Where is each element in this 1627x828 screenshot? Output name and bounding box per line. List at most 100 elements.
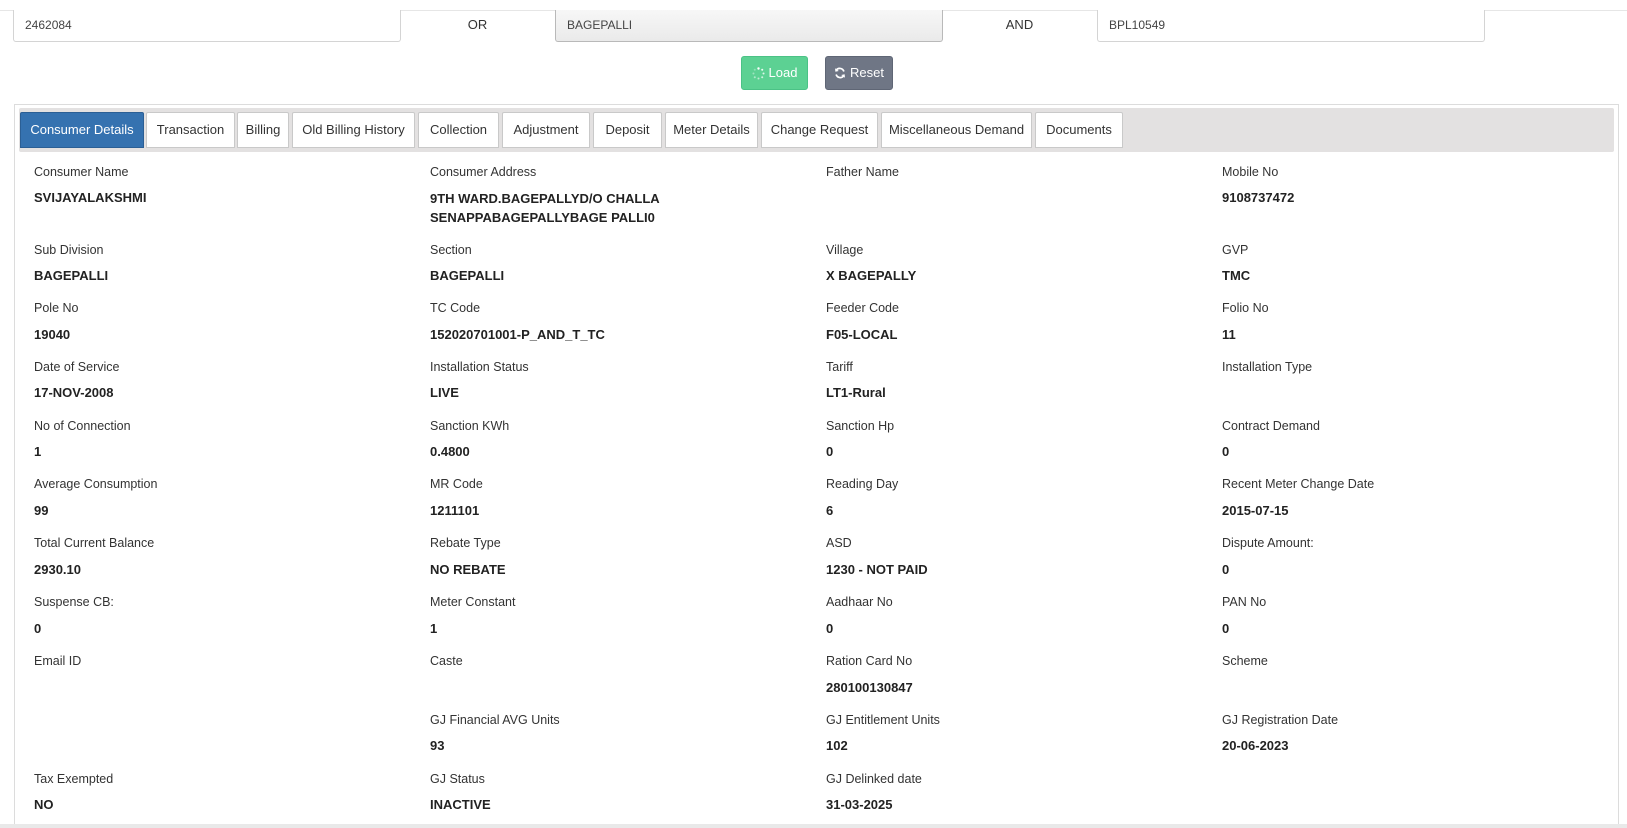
mr-code-label: MR Code (430, 477, 483, 491)
consumer-name-label: Consumer Name (34, 165, 129, 179)
no-of-connection-value: 1 (34, 444, 42, 459)
bottom-divider (0, 824, 1627, 828)
and-label: AND (1005, 17, 1034, 32)
tab-adjustment[interactable]: Adjustment (502, 112, 590, 148)
father-name-label: Father Name (826, 165, 899, 179)
date-of-service-value: 17-NOV-2008 (34, 385, 114, 400)
reset-button[interactable]: Reset (825, 56, 893, 90)
average-consumption-value: 99 (34, 503, 49, 518)
section-label: Section (430, 243, 472, 257)
load-button-label: Load (768, 65, 798, 80)
dispute-amount-label: Dispute Amount: (1222, 536, 1314, 550)
sanction-hp-label: Sanction Hp (826, 419, 895, 433)
average-consumption-label: Average Consumption (34, 477, 158, 491)
tab-documents[interactable]: Documents (1035, 112, 1123, 148)
consumer-address-label: Consumer Address (430, 165, 537, 179)
mr-code-value: 1211101 (430, 503, 480, 518)
gj-delinked-date-label: GJ Delinked date (826, 772, 922, 786)
sanction-kwh-value: 0.4800 (430, 444, 470, 459)
gvp-label: GVP (1222, 243, 1249, 257)
installation-status-label: Installation Status (430, 360, 529, 374)
date-of-service-label: Date of Service (34, 360, 120, 374)
village-label: Village (826, 243, 864, 257)
subdivision-select[interactable]: BAGEPALLI (555, 10, 943, 42)
tc-code-label: TC Code (430, 301, 481, 315)
total-current-balance-label: Total Current Balance (34, 536, 155, 550)
aadhaar-no-value: 0 (826, 621, 834, 636)
consumer-address-value: 9TH WARD.BAGEPALLYD/O CHALLA SENAPPABAGE… (430, 191, 660, 225)
tax-exempted-value: NO (34, 797, 54, 812)
ration-card-no-value: 280100130847 (826, 680, 913, 695)
feeder-code-value: F05-LOCAL (826, 327, 898, 342)
tax-exempted-label: Tax Exempted (34, 772, 114, 786)
tariff-value: LT1-Rural (826, 385, 886, 400)
sanction-kwh-label: Sanction KWh (430, 419, 510, 433)
installation-status-value: LIVE (430, 385, 459, 400)
folio-no-label: Folio No (1222, 301, 1269, 315)
caste-label: Caste (430, 654, 463, 668)
suspense-cb-value: 0 (34, 621, 42, 636)
tab-old-billing-history[interactable]: Old Billing History (292, 112, 415, 148)
gj-entitlement-units-label: GJ Entitlement Units (826, 713, 940, 727)
search-row: 2462084 OR BAGEPALLI AND BPL10549 (0, 10, 1627, 42)
asd-value: 1230 - NOT PAID (826, 562, 928, 577)
tab-deposit[interactable]: Deposit (593, 112, 662, 148)
consumer-panel: Consumer Details Transaction Billing Old… (14, 104, 1619, 828)
tab-billing[interactable]: Billing (237, 112, 289, 148)
tc-code-value: 152020701001-P_AND_T_TC (430, 327, 605, 342)
tab-transaction[interactable]: Transaction (146, 112, 235, 148)
sub-division-value: BAGEPALLI (34, 268, 109, 283)
gj-status-value: INACTIVE (430, 797, 491, 812)
no-of-connection-label: No of Connection (34, 419, 131, 433)
gj-entitlement-units-value: 102 (826, 738, 848, 753)
meter-constant-value: 1 (430, 621, 438, 636)
feeder-code-label: Feeder Code (826, 301, 899, 315)
pole-no-label: Pole No (34, 301, 79, 315)
tab-miscellaneous-demand[interactable]: Miscellaneous Demand (881, 112, 1032, 148)
tab-consumer-details[interactable]: Consumer Details (20, 112, 144, 148)
tab-change-request[interactable]: Change Request (761, 112, 878, 148)
reading-day-label: Reading Day (826, 477, 899, 491)
email-id-label: Email ID (34, 654, 82, 668)
gj-financial-avg-units-value: 93 (430, 738, 445, 753)
refresh-icon (835, 67, 845, 79)
reading-day-value: 6 (826, 503, 834, 518)
gj-status-label: GJ Status (430, 772, 485, 786)
contract-demand-label: Contract Demand (1222, 419, 1320, 433)
sanction-hp-value: 0 (826, 444, 834, 459)
dispute-amount-value: 0 (1222, 562, 1230, 577)
spinner-icon (751, 66, 765, 80)
pan-no-label: PAN No (1222, 595, 1267, 609)
meter-constant-label: Meter Constant (430, 595, 516, 609)
gj-delinked-date-value: 31-03-2025 (826, 797, 893, 812)
consumer-name-value: SVIJAYALAKSHMI (34, 190, 147, 205)
gj-financial-avg-units-label: GJ Financial AVG Units (430, 713, 560, 727)
tab-bar: Consumer Details Transaction Billing Old… (19, 108, 1614, 152)
tab-collection[interactable]: Collection (418, 112, 499, 148)
tariff-label: Tariff (826, 360, 853, 374)
rebate-type-value: NO REBATE (430, 562, 506, 577)
pole-no-value: 19040 (34, 327, 71, 342)
gj-registration-date-value: 20-06-2023 (1222, 738, 1289, 753)
gj-registration-date-label: GJ Registration Date (1222, 713, 1339, 727)
reset-button-label: Reset (850, 65, 884, 80)
section-value: BAGEPALLI (430, 268, 505, 283)
consumer-id-input[interactable]: 2462084 (13, 10, 401, 42)
load-button[interactable]: Load (741, 56, 808, 90)
installation-type-label: Installation Type (1222, 360, 1313, 374)
account-id-input[interactable]: BPL10549 (1097, 10, 1485, 42)
rebate-type-label: Rebate Type (430, 536, 501, 550)
mobile-no-value: 9108737472 (1222, 190, 1295, 205)
aadhaar-no-label: Aadhaar No (826, 595, 893, 609)
mobile-no-label: Mobile No (1222, 165, 1279, 179)
folio-no-value: 11 (1222, 327, 1236, 342)
pan-no-value: 0 (1222, 621, 1230, 636)
sub-division-label: Sub Division (34, 243, 104, 257)
or-label: OR (467, 17, 488, 32)
suspense-cb-label: Suspense CB: (34, 595, 114, 609)
tab-meter-details[interactable]: Meter Details (665, 112, 758, 148)
recent-meter-change-date-value: 2015-07-15 (1222, 503, 1289, 518)
total-current-balance-value: 2930.10 (34, 562, 81, 577)
ration-card-no-label: Ration Card No (826, 654, 913, 668)
village-value: X BAGEPALLY (826, 268, 917, 283)
